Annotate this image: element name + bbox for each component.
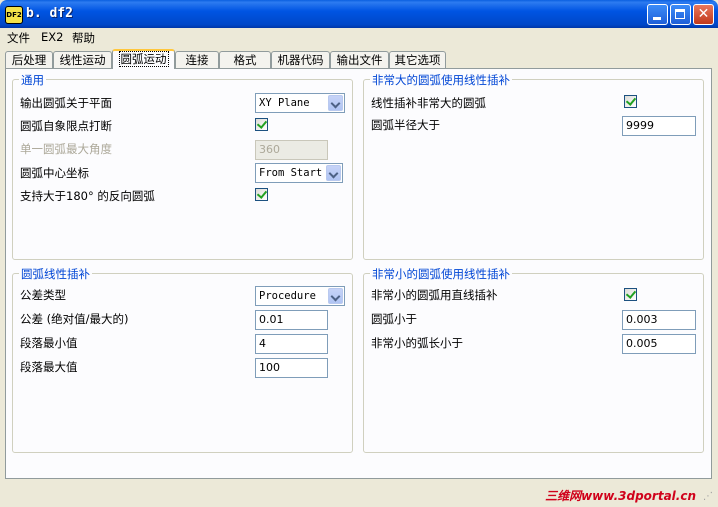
maximize-button[interactable]: [670, 4, 691, 25]
arc-smaller-field[interactable]: 0.003: [622, 310, 696, 330]
center-coord-select[interactable]: From Start: [255, 163, 343, 183]
use-line-checkbox[interactable]: [624, 288, 637, 301]
reverse-arc-label: 支持大于180° 的反向圆弧: [20, 189, 155, 203]
tab-label: 机器代码: [277, 53, 324, 67]
title-bar[interactable]: DF2 b. df2 ✕: [0, 0, 718, 28]
menu-bar: 文件 EX2 帮助: [0, 28, 718, 47]
tab-label: 连接: [185, 53, 209, 67]
center-coord-label: 圆弧中心坐标: [20, 166, 89, 180]
group-title: 非常小的圆弧使用线性插补: [370, 266, 512, 282]
output-plane-select[interactable]: XY Plane: [255, 93, 345, 113]
group-title: 非常大的圆弧使用线性插补: [370, 72, 512, 88]
max-angle-field: 360: [255, 140, 328, 160]
group-title: 圆弧线性插补: [19, 266, 92, 282]
tab-format[interactable]: 格式: [219, 51, 271, 68]
tab-linear-motion[interactable]: 线性运动: [53, 51, 112, 68]
tab-label: 线性运动: [59, 53, 106, 67]
max-angle-label: 单一圆弧最大角度: [20, 142, 112, 156]
tab-output-file[interactable]: 输出文件: [330, 51, 389, 68]
chevron-down-icon[interactable]: [328, 95, 343, 111]
tab-arc-motion[interactable]: 圆弧运动: [112, 49, 175, 69]
app-icon: DF2: [5, 6, 23, 24]
menu-ex2[interactable]: EX2: [41, 30, 63, 44]
maximize-icon: [675, 9, 685, 19]
tolerance-field[interactable]: 0.01: [255, 310, 328, 330]
group-general: 通用 输出圆弧关于平面 XY Plane 圆弧自象限点打断 单一圆弧最大角度 3…: [12, 72, 353, 260]
tab-panel: 通用 输出圆弧关于平面 XY Plane 圆弧自象限点打断 单一圆弧最大角度 3…: [5, 68, 712, 479]
min-segment-label: 段落最小值: [20, 336, 78, 350]
close-button[interactable]: ✕: [693, 4, 714, 25]
tab-label: 输出文件: [336, 53, 383, 67]
group-arc-linearize: 圆弧线性插补 公差类型 Procedure 公差 (绝对值/最大的) 0.01 …: [12, 266, 353, 453]
tab-link[interactable]: 连接: [175, 51, 219, 68]
group-large-arc: 非常大的圆弧使用线性插补 线性插补非常大的圆弧 圆弧半径大于 9999: [363, 72, 704, 260]
status-bar: 三维网www.3dportal.cn ⋰: [0, 483, 718, 507]
tab-label: 格式: [233, 53, 257, 67]
watermark: 三维网www.3dportal.cn: [545, 489, 696, 503]
tolerance-type-label: 公差类型: [20, 288, 66, 302]
select-value: From Start: [259, 167, 323, 179]
tolerance-type-select[interactable]: Procedure: [255, 286, 345, 306]
select-value: Procedure: [259, 290, 316, 302]
window-title: b. df2: [26, 6, 73, 21]
output-plane-label: 输出圆弧关于平面: [20, 96, 112, 110]
group-small-arc: 非常小的圆弧使用线性插补 非常小的圆弧用直线插补 圆弧小于 0.003 非常小的…: [363, 266, 704, 453]
menu-help[interactable]: 帮助: [72, 30, 95, 46]
min-segment-field[interactable]: 4: [255, 334, 328, 354]
max-segment-label: 段落最大值: [20, 360, 78, 374]
tolerance-label: 公差 (绝对值/最大的): [20, 312, 129, 326]
tab-label: 其它选项: [394, 53, 441, 67]
chevron-down-icon[interactable]: [326, 165, 341, 181]
break-at-quadrant-checkbox[interactable]: [255, 118, 268, 131]
tab-post-processing[interactable]: 后处理: [5, 51, 53, 68]
resize-grip-icon[interactable]: ⋰: [703, 491, 715, 503]
linearize-large-arc-label: 线性插补非常大的圆弧: [371, 96, 486, 110]
arc-length-field[interactable]: 0.005: [622, 334, 696, 354]
break-at-quadrant-label: 圆弧自象限点打断: [20, 119, 112, 133]
group-title: 通用: [19, 72, 46, 88]
chevron-down-icon[interactable]: [328, 288, 343, 304]
max-segment-field[interactable]: 100: [255, 358, 328, 378]
reverse-arc-checkbox[interactable]: [255, 188, 268, 201]
arc-length-label: 非常小的弧长小于: [371, 336, 463, 350]
tab-label: 圆弧运动: [118, 51, 169, 67]
tab-machine-code[interactable]: 机器代码: [271, 51, 330, 68]
radius-greater-label: 圆弧半径大于: [371, 118, 440, 132]
menu-file[interactable]: 文件: [7, 30, 30, 46]
linearize-large-arc-checkbox[interactable]: [624, 95, 637, 108]
close-icon: ✕: [697, 6, 710, 22]
tab-other-options[interactable]: 其它选项: [389, 51, 446, 68]
select-value: XY Plane: [259, 97, 310, 109]
tab-label: 后处理: [11, 53, 47, 67]
use-line-label: 非常小的圆弧用直线插补: [371, 288, 498, 302]
radius-greater-field[interactable]: 9999: [622, 116, 696, 136]
arc-smaller-label: 圆弧小于: [371, 312, 417, 326]
minimize-icon: [653, 17, 661, 20]
minimize-button[interactable]: [647, 4, 668, 25]
